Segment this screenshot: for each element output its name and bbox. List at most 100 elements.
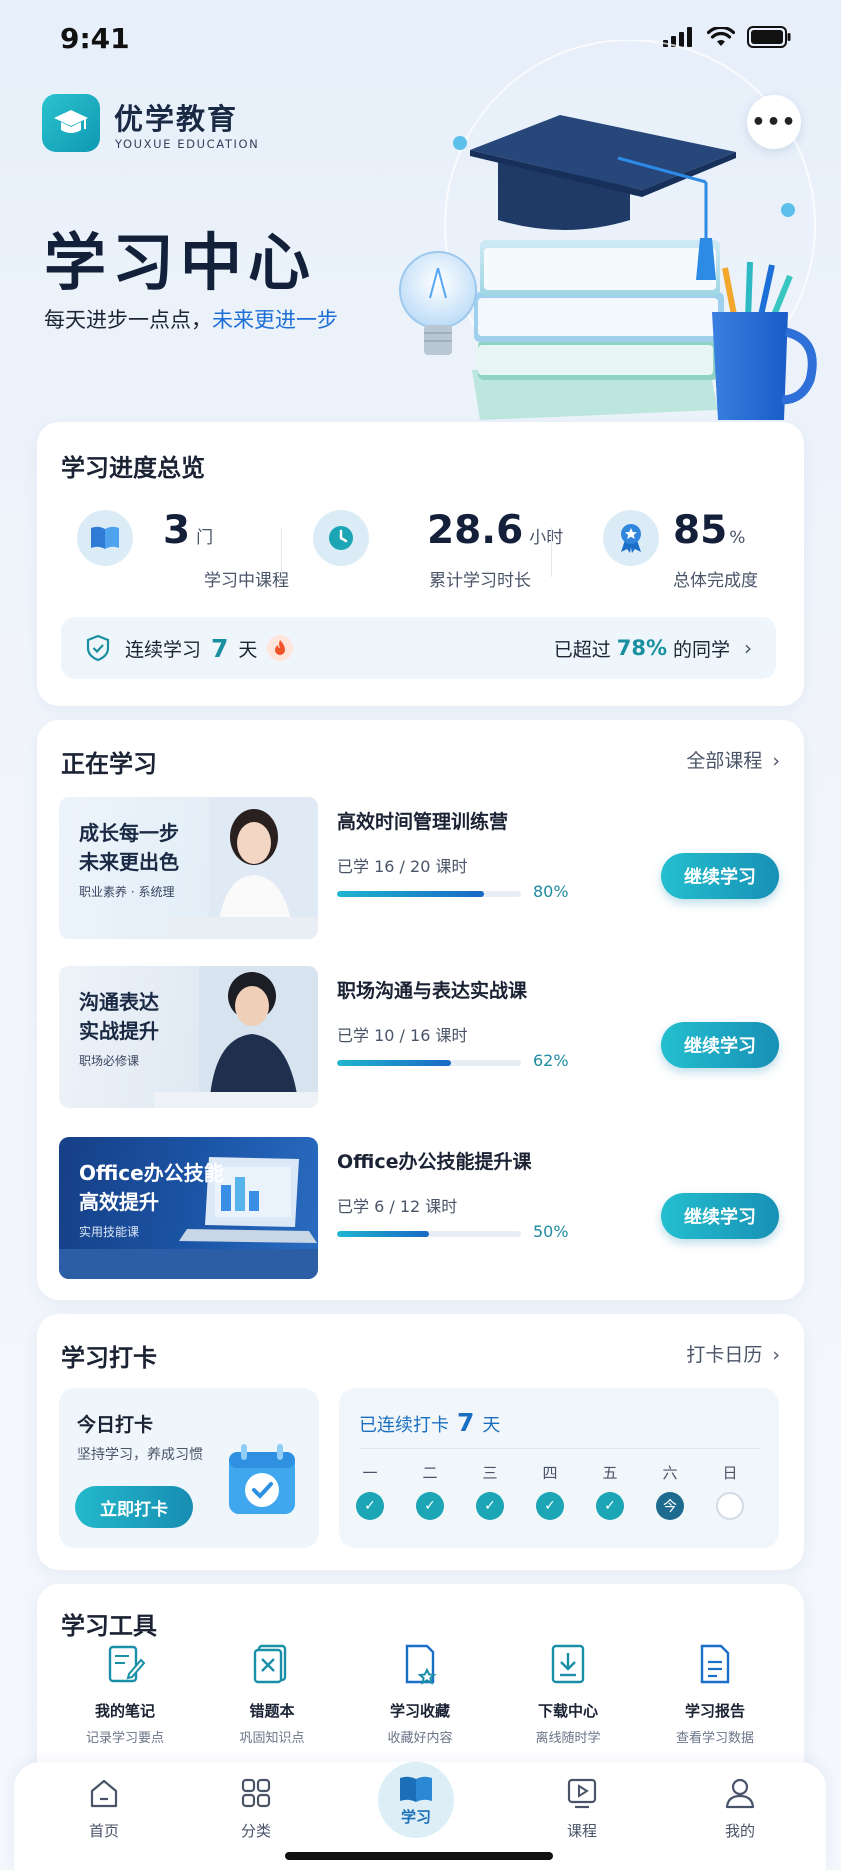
tab-learning[interactable]: 学习 <box>366 1762 466 1838</box>
thumb-subtitle: 实用技能课 <box>79 1225 140 1239</box>
continue-learning-button[interactable]: 继续学习 <box>661 853 779 899</box>
stat-completion: 85% 总体完成度 <box>603 508 793 608</box>
checkin-now-button[interactable]: 立即打卡 <box>75 1486 193 1528</box>
weekday-label: 二 <box>422 1464 438 1482</box>
tab-courses[interactable]: 课程 <box>532 1776 632 1841</box>
beat-prefix: 已超过 <box>553 638 611 661</box>
hero-illustration <box>399 40 817 420</box>
thumb-subtitle: 职场必修课 <box>79 1054 140 1068</box>
book-icon <box>77 510 133 566</box>
weekday-label: 三 <box>482 1464 498 1482</box>
streak-banner[interactable]: 连续学习 7 天 已超过 78% 的同学 › <box>61 617 776 679</box>
tool-favorites[interactable]: 学习收藏 收藏好内容 <box>350 1642 490 1746</box>
progress-overview-card: 学习进度总览 3门 学习中课程 28.6 小时 累计学习时长 85% 总体完成度 … <box>37 422 804 706</box>
tab-categories[interactable]: 分类 <box>206 1776 306 1841</box>
checked-day-icon: ✓ <box>536 1492 564 1520</box>
stat-courses-unit: 门 <box>196 528 214 548</box>
course-progress-bar <box>337 891 521 897</box>
tab-label: 我的 <box>724 1822 755 1840</box>
stat-hours: 28.6 小时 累计学习时长 <box>313 508 563 608</box>
learning-title: 正在学习 <box>61 750 157 778</box>
chevron-right-icon: › <box>772 1344 780 1366</box>
subtitle-prefix: 每天进步一点点， <box>44 308 212 332</box>
tab-profile[interactable]: 我的 <box>690 1776 790 1841</box>
tool-notes[interactable]: 我的笔记 记录学习要点 <box>55 1642 195 1746</box>
stat-courses-number: 3 <box>163 508 191 553</box>
weekday-label: 四 <box>542 1464 558 1482</box>
weekly-streak-prefix: 已连续打卡 <box>359 1415 449 1436</box>
course-name: 职场沟通与表达实战课 <box>337 980 528 1002</box>
course-name: Office办公技能提升课 <box>337 1151 532 1173</box>
tools-title: 学习工具 <box>61 1612 157 1640</box>
all-courses-link[interactable]: 全部课程 › <box>686 746 780 773</box>
tool-desc: 记录学习要点 <box>85 1731 164 1746</box>
today-mark: 今 <box>656 1492 684 1520</box>
course-thumbnail: 成长每一步 未来更出色 职业素养 · 系统理 <box>59 797 318 939</box>
brand-english: YOUXUE EDUCATION <box>115 137 260 151</box>
fire-icon <box>267 635 294 661</box>
continue-learning-button[interactable]: 继续学习 <box>661 1022 779 1068</box>
thumb-title: 成长每一步 未来更出色 <box>79 821 179 874</box>
course-progress-percent: 62% <box>533 1051 569 1070</box>
shield-check-icon <box>86 634 110 662</box>
active-tab-bubble: 学习 <box>378 1762 454 1838</box>
video-course-icon <box>567 1778 597 1809</box>
stat-divider <box>551 527 552 577</box>
chevron-right-icon: › <box>772 750 780 772</box>
tab-label: 课程 <box>566 1822 597 1840</box>
weekday-label: 日 <box>722 1464 738 1482</box>
tab-label: 学习 <box>400 1807 431 1826</box>
tool-downloads[interactable]: 下载中心 离线随时学 <box>498 1642 638 1746</box>
course-item[interactable]: 成长每一步 未来更出色 职业素养 · 系统理 高效时间管理训练营 已学 16 /… <box>59 797 779 939</box>
course-progress-bar <box>337 1060 521 1066</box>
books-stack-icon <box>472 240 724 420</box>
weekly-streak-panel: 已连续打卡 7 天 一 二 三 四 五 六 日 ✓ ✓ ✓ ✓ ✓ 今 <box>339 1388 779 1548</box>
stat-completion-label: 总体完成度 <box>673 571 758 591</box>
tool-name: 学习报告 <box>684 1702 745 1720</box>
beat-suffix: 的同学 <box>672 638 730 661</box>
tab-home[interactable]: 首页 <box>54 1776 154 1841</box>
stat-completion-unit: % <box>729 528 746 548</box>
checked-day-icon: ✓ <box>596 1492 624 1520</box>
current-learning-card: 正在学习 全部课程 › 成长每一步 未来更出色 职业素养 · 系统理 高效时间管理… <box>37 720 804 1300</box>
thumb-title: Office办公技能 高效提升 <box>79 1161 224 1214</box>
notes-icon <box>108 1645 146 1683</box>
tool-report[interactable]: 学习报告 查看学习数据 <box>645 1642 785 1746</box>
tool-desc: 查看学习数据 <box>675 1731 754 1746</box>
streak-days: 7 <box>211 633 229 663</box>
weekly-streak-days: 7 <box>457 1408 475 1437</box>
stat-hours-value: 28.6 小时 <box>427 508 563 553</box>
tool-name: 我的笔记 <box>94 1702 155 1720</box>
tab-label: 首页 <box>88 1822 119 1840</box>
tool-desc: 离线随时学 <box>535 1731 601 1746</box>
brand-name: 优学教育 <box>114 102 239 136</box>
home-icon <box>90 1779 118 1808</box>
medal-icon <box>603 510 659 566</box>
weekday-label: 六 <box>662 1464 678 1482</box>
course-item[interactable]: 沟通表达 实战提升 职场必修课 职场沟通与表达实战课 已学 10 / 16 课时… <box>59 966 779 1108</box>
download-icon <box>551 1644 585 1684</box>
brand-logo <box>42 94 100 152</box>
tool-mistakes[interactable]: 错题本 巩固知识点 <box>202 1642 342 1746</box>
continue-learning-button[interactable]: 继续学习 <box>661 1193 779 1239</box>
status-time: 9:41 <box>60 22 130 55</box>
progress-fill <box>337 1060 452 1066</box>
page-title: 学习中心 <box>44 226 317 299</box>
graduation-cap-icon <box>54 110 88 133</box>
thumb-subtitle: 职业素养 · 系统理 <box>79 885 175 899</box>
course-progress-percent: 80% <box>533 882 569 901</box>
today-checkin-subtitle: 坚持学习，养成习惯 <box>77 1447 203 1463</box>
checkin-calendar-link[interactable]: 打卡日历 › <box>686 1340 780 1367</box>
tool-name: 下载中心 <box>537 1702 598 1720</box>
tool-name: 错题本 <box>249 1702 295 1720</box>
beat-percent: 78% <box>616 636 667 660</box>
course-progress-bar <box>337 1231 521 1237</box>
tools-card: 学习工具 我的笔记 记录学习要点 错题本 巩固知识点 学习收藏 收藏好内容 下载… <box>37 1584 804 1784</box>
streak-prefix: 连续学习 <box>125 638 202 661</box>
checkin-calendar-label: 打卡日历 <box>686 1344 763 1366</box>
open-book-icon <box>400 1776 432 1802</box>
tab-label: 分类 <box>240 1822 271 1840</box>
pencil-cup-icon <box>712 261 817 420</box>
user-icon <box>725 1778 755 1809</box>
course-item[interactable]: Office办公技能 高效提升 实用技能课 Office办公技能提升课 已学 6… <box>59 1137 779 1279</box>
